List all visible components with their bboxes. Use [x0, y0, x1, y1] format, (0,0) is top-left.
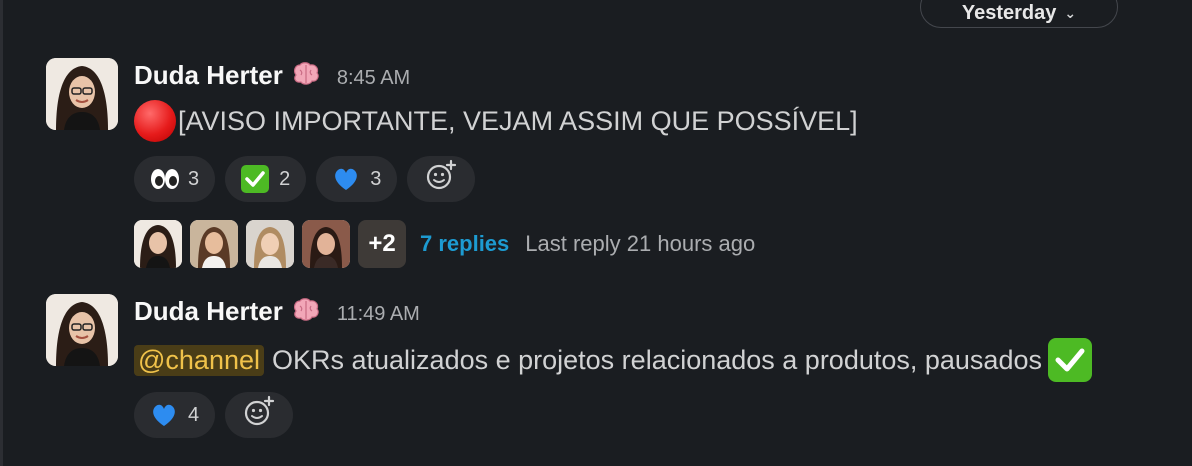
message-timestamp[interactable]: 11:49 AM: [337, 303, 420, 326]
reply-avatar: [190, 220, 238, 268]
message-content: Duda Herter 8:45 AM [AVISO IMPORTANTE, V…: [134, 58, 858, 269]
message-timestamp[interactable]: 8:45 AM: [337, 67, 410, 90]
add-reaction-icon: [424, 159, 458, 199]
blue-heart-icon: [332, 165, 360, 193]
chevron-down-icon: ⌄: [1064, 4, 1077, 21]
red-circle-icon: [134, 100, 176, 142]
reaction-count: 4: [188, 403, 200, 426]
reaction-eyes[interactable]: 3: [134, 156, 216, 202]
reply-avatar: [302, 220, 350, 268]
reaction-count: 2: [279, 167, 291, 190]
replies-link[interactable]: 7 replies: [420, 231, 509, 257]
reaction-check[interactable]: 2: [225, 156, 307, 202]
avatar[interactable]: [46, 294, 118, 366]
date-divider-label: Yesterday: [961, 1, 1057, 24]
check-mark-icon: [1047, 338, 1092, 382]
brain-icon: [291, 297, 321, 323]
brain-icon: [291, 61, 321, 87]
reaction-count: 3: [370, 167, 382, 190]
message-header: Duda Herter 11:49 AM: [134, 294, 1092, 327]
reply-avatar: [246, 220, 294, 268]
more-repliers-count: +2: [358, 220, 406, 268]
add-reaction-button[interactable]: [225, 392, 294, 438]
check-mark-icon: [241, 165, 270, 193]
message-content: Duda Herter 11:49 AM @channel OKRs atual…: [134, 294, 1092, 438]
add-reaction-button[interactable]: [407, 156, 476, 202]
thread-summary[interactable]: +2 7 replies Last reply 21 hours ago: [134, 219, 858, 269]
channel-mention[interactable]: @channel: [134, 344, 264, 376]
blue-heart-icon: [150, 401, 178, 429]
reply-avatar: [134, 220, 182, 268]
message-text: @channel OKRs atualizados e projetos rel…: [134, 338, 1092, 382]
reaction-blue-heart[interactable]: 3: [316, 156, 398, 202]
date-divider-button[interactable]: Yesterday ⌄: [920, 0, 1118, 28]
message-text: [AVISO IMPORTANTE, VEJAM ASSIM QUE POSSÍ…: [134, 100, 858, 142]
last-reply-time: Last reply 21 hours ago: [525, 231, 756, 256]
message-header: Duda Herter 8:45 AM: [134, 58, 858, 91]
reactions-bar: 4: [134, 392, 1092, 438]
reaction-count: 3: [188, 167, 200, 190]
sender-name[interactable]: Duda Herter: [134, 296, 283, 327]
avatar[interactable]: [46, 58, 118, 130]
message-body: [AVISO IMPORTANTE, VEJAM ASSIM QUE POSSÍ…: [178, 105, 858, 136]
left-border: [0, 0, 3, 466]
add-reaction-icon: [242, 395, 276, 435]
sender-name[interactable]: Duda Herter: [134, 60, 283, 91]
reaction-blue-heart[interactable]: 4: [134, 392, 216, 438]
eyes-icon: [150, 165, 179, 193]
message-body: OKRs atualizados e projetos relacionados…: [272, 344, 1042, 375]
reactions-bar: 3 2 3: [134, 156, 858, 202]
